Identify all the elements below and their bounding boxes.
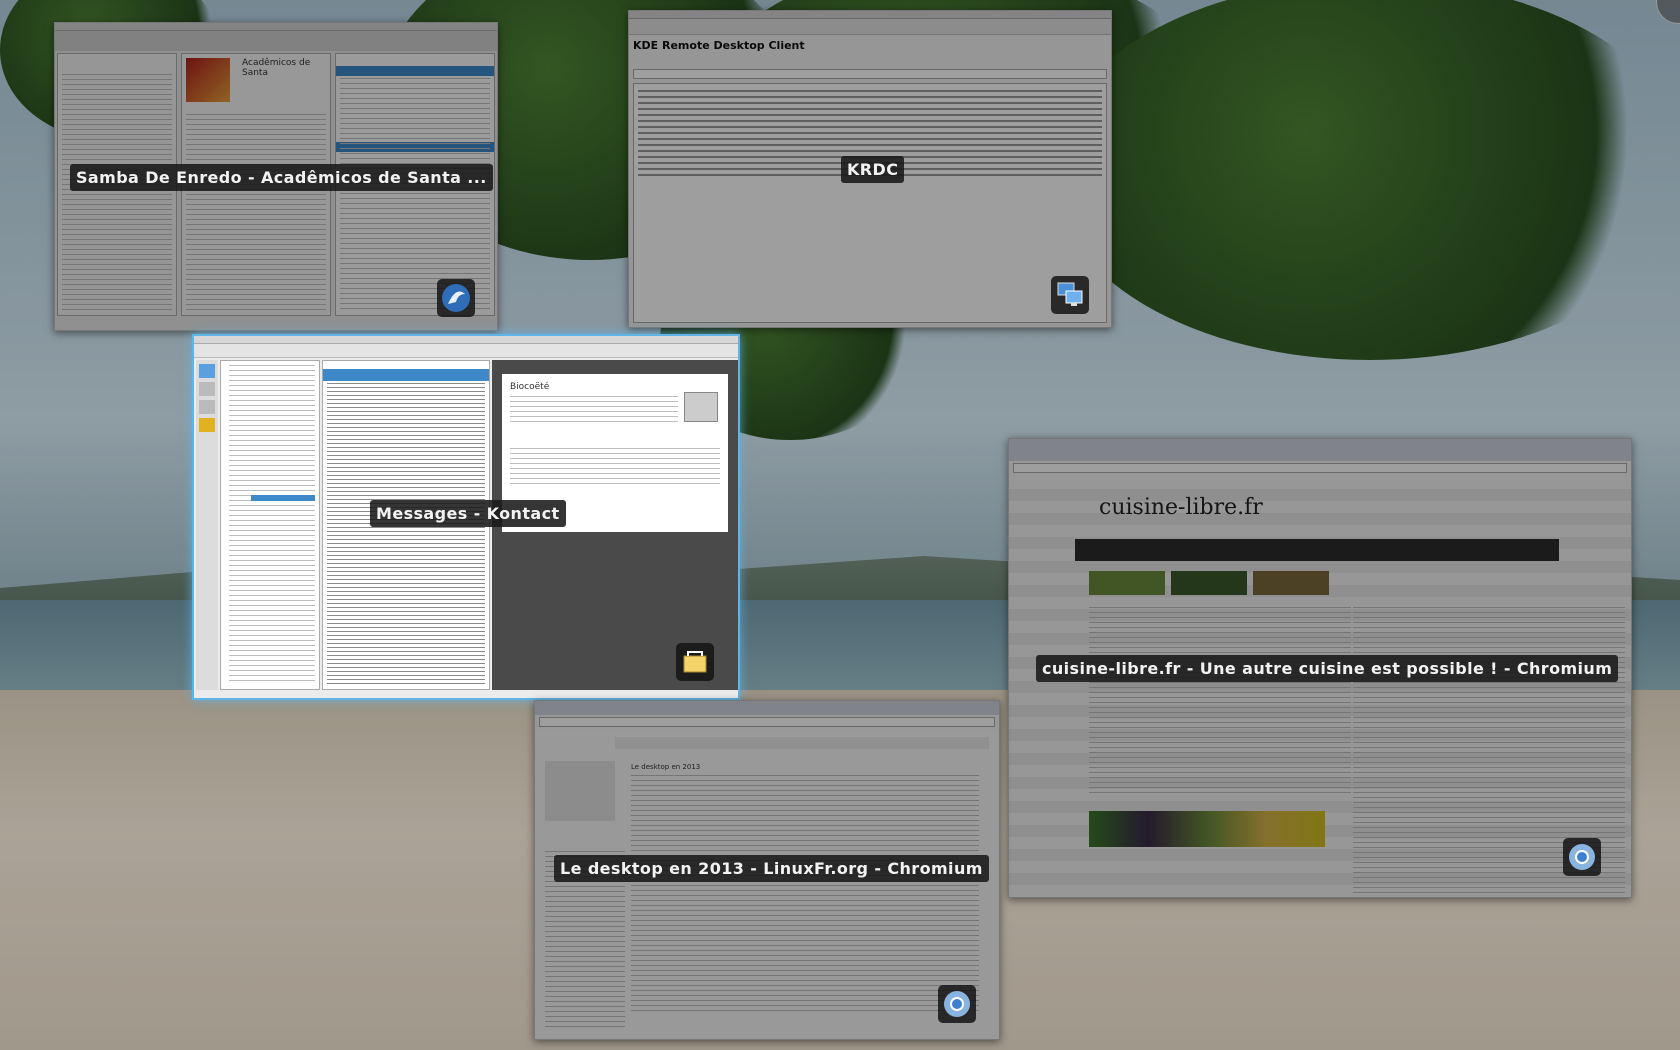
- folder-tree: [220, 360, 320, 690]
- window-caption-kontact[interactable]: Messages - Kontact: [370, 500, 566, 527]
- chromium-icon: [938, 985, 976, 1023]
- album-title: Acadêmicos de Santa: [242, 58, 311, 78]
- cuisine-nav: [1075, 539, 1559, 561]
- sender-photo: [684, 392, 718, 422]
- remote-desktop-icon: [1051, 276, 1089, 314]
- linuxfr-logo: [545, 761, 615, 821]
- krdc-heading: KDE Remote Desktop Client: [633, 39, 805, 52]
- window-caption-cuisine[interactable]: cuisine-libre.fr - Une autre cuisine est…: [1036, 655, 1619, 682]
- linuxfr-page: Le desktop en 2013: [535, 731, 999, 1039]
- kontact-toolbar: [194, 344, 738, 358]
- chromium-icon: [1563, 838, 1601, 876]
- message-subject: Biocoëté: [510, 382, 550, 392]
- kontact-icon: [676, 643, 714, 681]
- kontact-sidebar: [196, 360, 218, 690]
- window-titlebar: [55, 23, 497, 31]
- amarok-icon: [437, 279, 475, 317]
- krdc-address-field: [633, 69, 1107, 79]
- window-caption-linuxfr[interactable]: Le desktop en 2013 - LinuxFr.org - Chrom…: [554, 855, 989, 882]
- window-caption-amarok[interactable]: Samba De Enredo - Acadêmicos de Santa ..…: [70, 164, 493, 191]
- window-titlebar: [629, 11, 1111, 19]
- cuisine-logo: cuisine-libre.fr: [1099, 495, 1263, 520]
- window-titlebar: [194, 336, 738, 344]
- player-toolbar: [55, 31, 497, 51]
- krdc-toolbar: [629, 19, 1111, 35]
- chromium-address-bar: [539, 717, 995, 727]
- chromium-address-bar: [1013, 463, 1627, 473]
- krdc-connection-list: [633, 83, 1107, 323]
- album-cover: [186, 58, 230, 102]
- article-title: Le desktop en 2013: [631, 763, 701, 771]
- chromium-tabbar: [1009, 439, 1631, 461]
- cuisine-page: cuisine-libre.fr: [1009, 477, 1631, 897]
- chromium-tabbar: [535, 701, 999, 715]
- window-caption-krdc[interactable]: KRDC: [841, 156, 905, 183]
